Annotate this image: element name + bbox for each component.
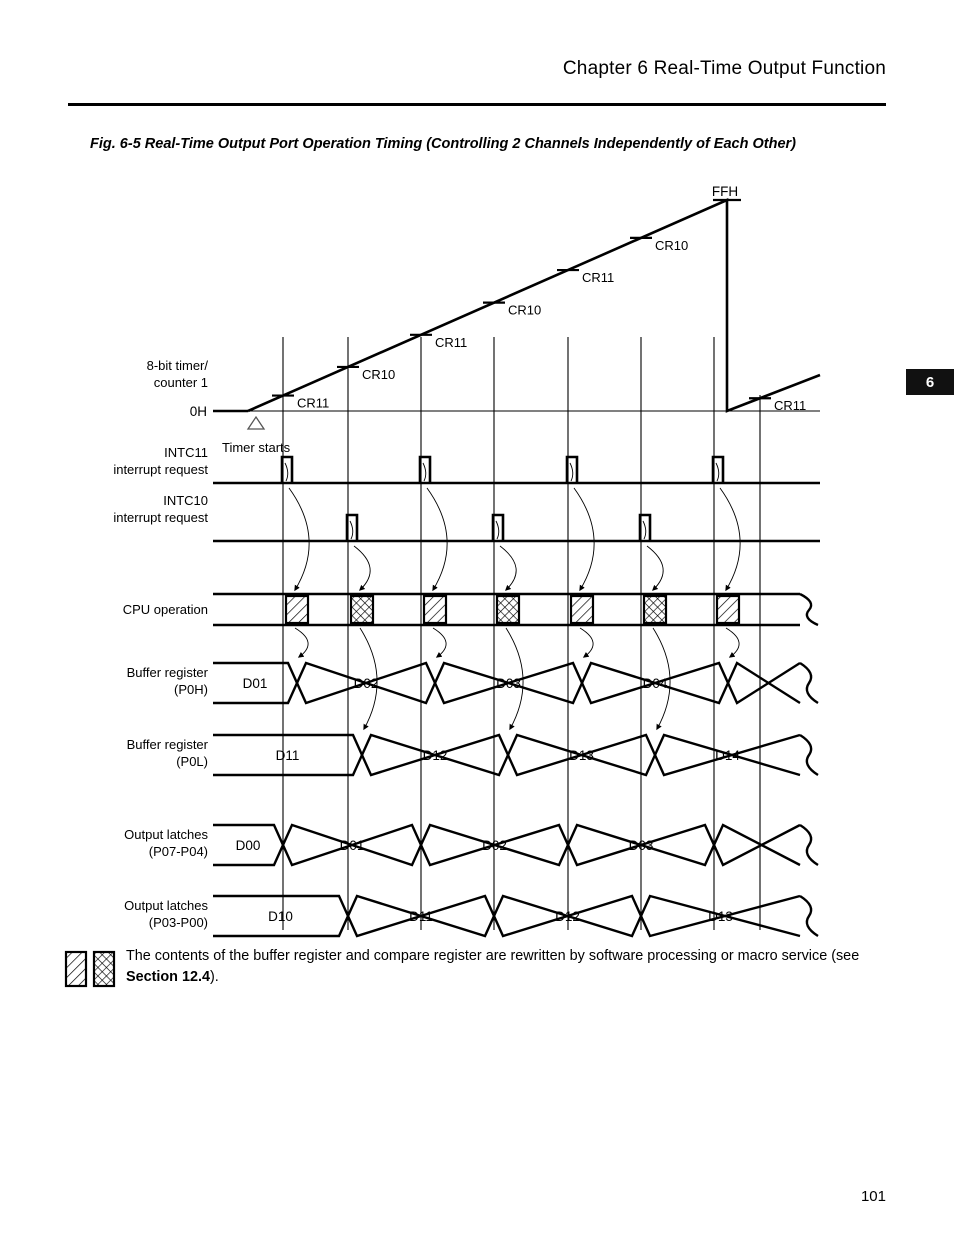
bus-row-label-1: Output latches bbox=[124, 827, 208, 842]
bus-value: D12 bbox=[555, 909, 580, 924]
flow-arrow bbox=[579, 627, 594, 658]
compare-label: CR11 bbox=[297, 396, 329, 411]
bus-row-label-2: (P07-P04) bbox=[149, 844, 208, 859]
footnote-text-part2: ). bbox=[209, 968, 219, 985]
bus-value: D01 bbox=[340, 838, 365, 853]
bus-row-label-2: (P03-P00) bbox=[149, 915, 208, 930]
footnote: The contents of the buffer register and … bbox=[64, 946, 894, 988]
pulse-tail bbox=[422, 462, 427, 482]
pulse-tail bbox=[715, 462, 720, 482]
pulse-tail bbox=[495, 520, 500, 540]
bus-break bbox=[799, 894, 819, 938]
compare-label: CR11 bbox=[774, 398, 806, 413]
document-page: Chapter 6 Real-Time Output Function Fig.… bbox=[0, 0, 954, 1235]
cpu-operation-block bbox=[642, 594, 668, 625]
bus-value: D11 bbox=[409, 909, 433, 924]
bus-row-label-2: (P0L) bbox=[176, 754, 208, 769]
signal-label-1: INTC11 bbox=[164, 445, 208, 460]
flow-arrow bbox=[432, 627, 447, 658]
signal-label-2: interrupt request bbox=[113, 462, 208, 477]
cpu-operation-block bbox=[349, 594, 375, 625]
footnote-legend-swatches bbox=[64, 950, 116, 988]
bus-break bbox=[799, 661, 819, 705]
bus-value: D11 bbox=[276, 748, 300, 763]
cpu-operation-block bbox=[284, 594, 310, 625]
cpu-row-break bbox=[799, 592, 819, 627]
bus-value: D02 bbox=[482, 838, 507, 853]
timer-start-marker bbox=[246, 415, 266, 430]
bus-value: D12 bbox=[423, 748, 448, 763]
bus-value: D00 bbox=[236, 838, 261, 853]
timer-max-label: FFH bbox=[712, 184, 738, 199]
flow-arrow bbox=[646, 545, 664, 591]
footnote-section-ref: Section 12.4 bbox=[126, 968, 210, 985]
compare-label: CR10 bbox=[362, 367, 395, 382]
flow-arrow bbox=[719, 487, 741, 592]
bus-value: D03 bbox=[629, 838, 654, 853]
footnote-text: The contents of the buffer register and … bbox=[126, 946, 894, 988]
bus-value: D03 bbox=[496, 676, 521, 691]
flow-arrow bbox=[288, 487, 310, 592]
timer-row-label-2: counter 1 bbox=[154, 375, 208, 390]
legend-cross-swatch bbox=[92, 950, 116, 988]
pulse-tail bbox=[569, 462, 574, 482]
bus-break bbox=[799, 823, 819, 867]
cpu-operation-block bbox=[422, 594, 448, 625]
timer-row-label-1: 8-bit timer/ bbox=[147, 358, 209, 373]
pulse-tail bbox=[284, 462, 289, 482]
bus-value: D04 bbox=[643, 676, 668, 691]
bus-value: D10 bbox=[268, 909, 293, 924]
flow-arrow bbox=[426, 487, 448, 592]
timing-diagram-svg: FFH 0H 8-bit timer/counter 1 Timer starts CR… bbox=[113, 184, 821, 938]
legend-diagonal-swatch bbox=[64, 950, 88, 988]
bus-row-label-2: (P0H) bbox=[174, 682, 208, 697]
bus-value: D13 bbox=[569, 748, 594, 763]
timing-diagram: FFH 0H 8-bit timer/counter 1 Timer starts CR… bbox=[0, 0, 954, 960]
bus-value: D13 bbox=[708, 909, 733, 924]
flow-arrow bbox=[725, 627, 740, 658]
bus-break bbox=[799, 733, 819, 777]
compare-label: CR10 bbox=[508, 303, 541, 318]
bus-waveforms: D01 D02 D03 D04 D11 D12 D13 D14 D00 D01 D02 D03 D10 D… bbox=[213, 661, 819, 938]
signal-label-2: interrupt request bbox=[113, 510, 208, 525]
timer-zero-label: 0H bbox=[190, 404, 207, 419]
timer-start-label: Timer starts bbox=[222, 440, 291, 455]
cpu-row-label: CPU operation bbox=[123, 602, 208, 617]
bus-row-label-1: Output latches bbox=[124, 898, 208, 913]
pulse-tail bbox=[642, 520, 647, 540]
cpu-operation-block bbox=[495, 594, 521, 625]
bus-row-label-1: Buffer register bbox=[127, 665, 209, 680]
signal-waveforms bbox=[213, 455, 820, 627]
footnote-text-part1: The contents of the buffer register and … bbox=[126, 948, 860, 964]
flow-arrow bbox=[573, 487, 595, 592]
bus-value: D14 bbox=[715, 748, 740, 763]
flow-arrow bbox=[499, 545, 517, 591]
flow-arrow bbox=[353, 545, 371, 591]
diagram-row-labels: INTC11 interrupt request INTC10 interrupt r… bbox=[113, 445, 208, 930]
compare-label: CR11 bbox=[435, 335, 467, 350]
bus-value: D02 bbox=[354, 676, 379, 691]
pulse-tail bbox=[349, 520, 354, 540]
bus-edge bbox=[213, 733, 801, 777]
timer-waveform: FFH 0H 8-bit timer/counter 1 Timer starts CR… bbox=[147, 184, 821, 455]
bus-edge bbox=[213, 733, 801, 777]
cpu-operation-block bbox=[569, 594, 595, 625]
page-number: 101 bbox=[860, 1188, 886, 1205]
compare-label: CR11 bbox=[582, 270, 614, 285]
signal-label-1: INTC10 bbox=[163, 493, 208, 508]
bus-row-label-1: Buffer register bbox=[127, 737, 209, 752]
bus-value: D01 bbox=[243, 676, 268, 691]
compare-label: CR10 bbox=[655, 238, 688, 253]
cpu-operation-block bbox=[715, 594, 741, 625]
flow-arrow bbox=[294, 627, 309, 658]
